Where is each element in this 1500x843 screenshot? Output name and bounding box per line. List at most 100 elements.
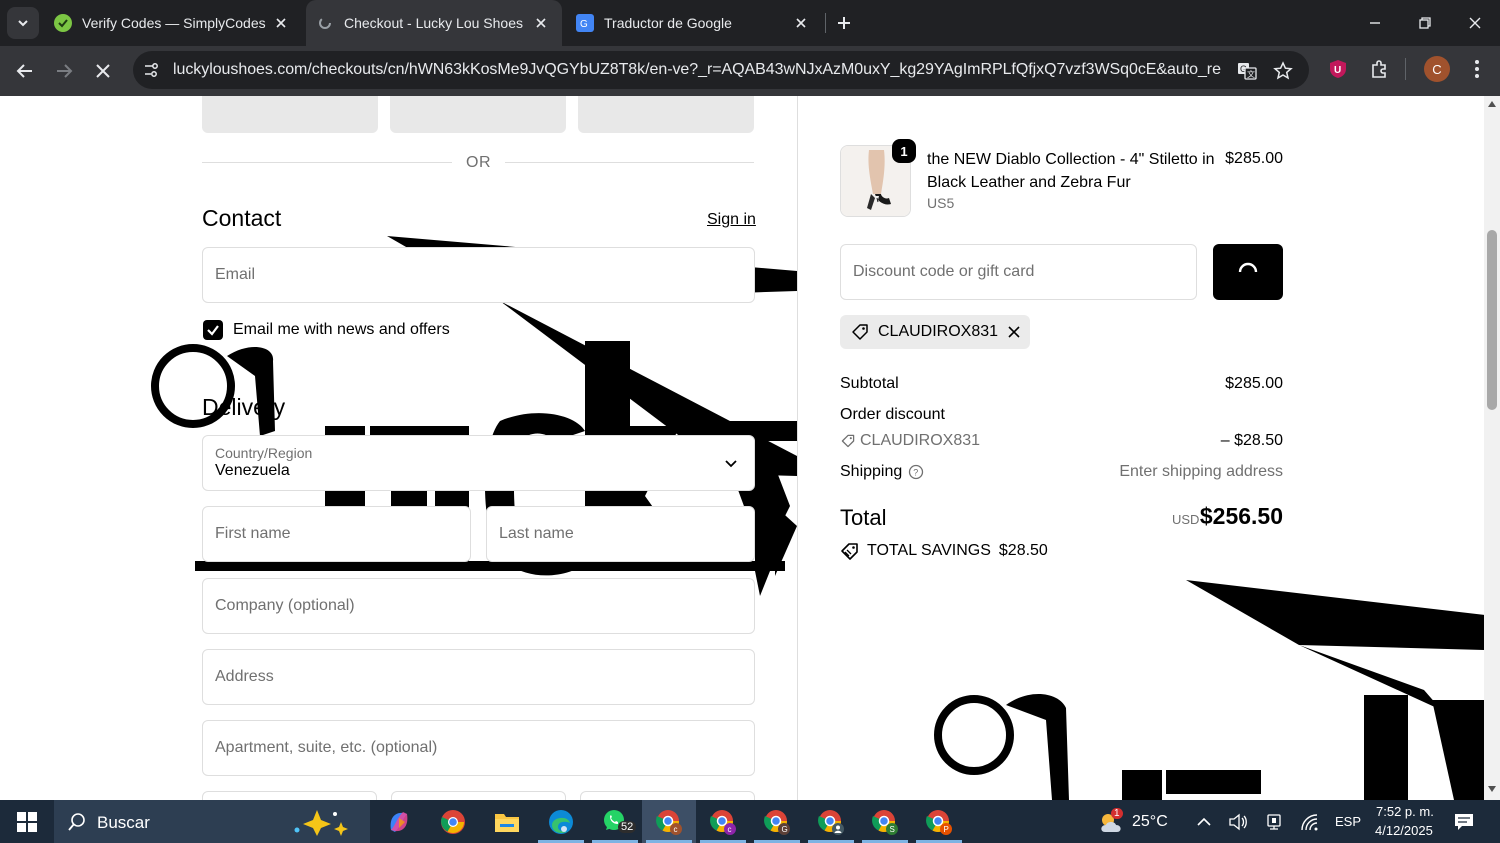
lucky-lou-watermark-logo [934,580,1484,800]
tab-google-translate[interactable]: G Traductor de Google [566,0,822,46]
url-text: luckyloushoes.com/checkouts/cn/hWN63kKos… [173,61,1221,78]
tab-simplycodes[interactable]: Verify Codes — SimplyCodes [46,0,302,46]
discount-code-field[interactable]: Discount code or gift card [840,244,1197,300]
start-button[interactable] [0,800,54,843]
taskbar-edge-app[interactable] [534,800,588,843]
forward-button[interactable] [49,56,79,86]
restore-button[interactable] [1400,0,1450,46]
address-field[interactable]: Address [202,649,755,705]
delivery-heading: Delivery [202,394,286,420]
profile-avatar[interactable]: C [1424,56,1450,82]
input-language[interactable]: ESP [1335,814,1361,829]
clock-date[interactable]: 4/12/2025 [1375,823,1433,838]
close-tab-icon[interactable] [532,14,550,32]
state-field[interactable] [391,791,566,800]
apartment-field[interactable]: Apartment, suite, etc. (optional) [202,720,755,776]
close-icon [1469,17,1481,29]
sign-in-link[interactable]: Sign in [707,211,756,229]
close-window-button[interactable] [1450,0,1500,46]
tab-separator [825,13,826,33]
arrow-left-icon [16,64,32,78]
network-wifi-icon[interactable] [1300,812,1320,832]
folder-icon [495,813,519,832]
weather-temperature[interactable]: 25°C [1132,813,1168,831]
tag-icon [841,434,855,448]
email-field[interactable]: Email [202,247,755,303]
taskbar-chrome-profile-app[interactable]: G [750,800,804,843]
address-bar[interactable]: luckyloushoes.com/checkouts/cn/hWN63kKos… [133,51,1309,89]
ublock-extension-icon[interactable]: U [1325,56,1351,82]
search-icon [68,813,85,831]
new-tab-button[interactable] [832,11,856,35]
scroll-up-arrow-icon[interactable] [1487,99,1497,109]
weather-icon[interactable]: 1 [1097,808,1125,836]
copilot-icon [390,811,408,832]
company-field[interactable]: Company (optional) [202,578,755,634]
tab-title: Checkout - Lucky Lou Shoes [344,15,523,31]
clock-time[interactable]: 7:52 p. m. [1376,804,1434,819]
postal-code-field[interactable] [580,791,755,800]
newsletter-checkbox[interactable] [203,320,223,340]
tab-search-button[interactable] [7,7,39,39]
tab-lucky-lou-checkout[interactable]: Checkout - Lucky Lou Shoes [306,0,562,46]
device-connect-icon[interactable] [1264,812,1284,832]
search-box-label: Buscar [97,813,150,832]
stop-loading-button[interactable] [88,56,118,86]
svg-text:G: G [580,19,588,29]
minimize-button[interactable] [1350,0,1400,46]
taskbar-chrome-profile-app[interactable] [804,800,858,843]
country-label: Country/Region [215,445,313,461]
browser-tab-bar: Verify Codes — SimplyCodes Checkout - Lu… [0,0,1500,46]
back-button[interactable] [10,56,40,86]
help-circle-icon[interactable]: ? [908,464,924,480]
kebab-menu-icon [1475,60,1479,78]
express-payment-button[interactable] [390,96,566,133]
country-region-select[interactable]: Country/Region Venezuela [202,435,755,491]
savings-tag-icon [841,543,858,560]
notifications-icon[interactable] [1454,812,1474,832]
express-payment-button[interactable] [202,96,378,133]
bookmark-star-icon[interactable] [1272,60,1294,82]
toolbar-separator [1405,58,1406,80]
svg-text:U: U [1334,65,1341,76]
city-field[interactable] [202,791,377,800]
express-payment-button[interactable] [578,96,754,133]
scroll-down-arrow-icon[interactable] [1487,784,1497,794]
subtotal-label: Subtotal [840,375,899,392]
chrome-menu-button[interactable] [1464,56,1490,82]
apply-discount-button[interactable] [1213,244,1283,300]
chrome-profile-icon: P [926,809,952,835]
page-scrollbar[interactable] [1484,96,1500,800]
taskbar-chrome-profile-app[interactable]: c [696,800,750,843]
show-hidden-icons-chevron-up-icon[interactable] [1194,812,1214,832]
tab-title: Verify Codes — SimplyCodes [82,15,266,31]
taskbar-copilot-app[interactable] [372,800,426,843]
taskbar-file-explorer-app[interactable] [480,800,534,843]
taskbar-chrome-profile-c-app[interactable]: c [642,800,696,843]
chrome-profile-icon: G [764,809,790,835]
taskbar-chrome-profile-app[interactable]: S [858,800,912,843]
site-settings-icon[interactable] [142,61,160,79]
close-tab-icon[interactable] [272,14,290,32]
extensions-puzzle-icon[interactable] [1366,56,1392,82]
translate-page-icon[interactable]: G文 [1236,60,1258,82]
remove-discount-icon[interactable] [1008,326,1020,338]
svg-text:文: 文 [1247,69,1255,79]
taskbar-whatsapp-app[interactable]: 52 [588,800,642,843]
speaker-volume-icon[interactable] [1228,812,1248,832]
checkmark-icon [207,325,219,336]
close-icon [96,64,110,78]
first-name-field[interactable]: First name [202,506,471,562]
discount-amount: – $28.50 [1220,432,1283,449]
svg-text:G: G [782,825,788,834]
simplycodes-favicon-icon [54,14,72,32]
taskbar-chrome-profile-app[interactable]: P [912,800,966,843]
weather-badge: 1 [1111,808,1123,819]
taskbar-search-box[interactable]: Buscar [54,800,370,843]
tag-icon [852,324,868,340]
windows-logo-icon [17,811,37,832]
scrollbar-thumb[interactable] [1487,230,1497,410]
last-name-field[interactable]: Last name [486,506,755,562]
taskbar-chrome-app[interactable] [426,800,480,843]
close-tab-icon[interactable] [792,14,810,32]
